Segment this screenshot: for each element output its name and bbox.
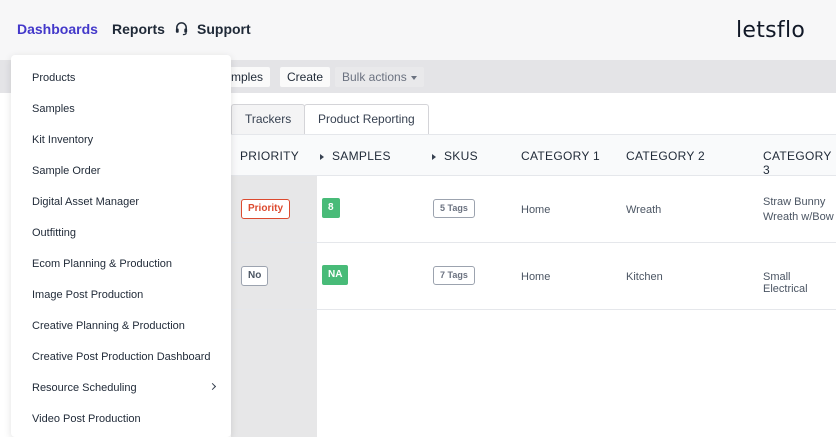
menu-item-kit-inventory[interactable]: Kit Inventory: [11, 125, 231, 156]
top-navigation-bar: Dashboards Reports Support letsflo: [0, 0, 836, 60]
category-3-cell-line-2: Wreath w/Bow: [763, 211, 834, 223]
brand-logo: letsflo: [736, 18, 806, 43]
sort-arrow-icon: [320, 153, 324, 160]
menu-item-outfitting[interactable]: Outfitting: [11, 218, 231, 249]
category-3-cell: Straw Bunny: [763, 196, 826, 208]
caret-down-icon: [410, 75, 417, 80]
create-button[interactable]: Create: [280, 67, 331, 87]
table-row[interactable]: No NA 7 Tags Home Kitchen Small Electric…: [231, 243, 836, 310]
header-samples-label: SAMPLES: [332, 149, 391, 163]
menu-item-ecom-planning-production[interactable]: Ecom Planning & Production: [11, 249, 231, 280]
priority-column-shade: [231, 310, 317, 437]
category-2-cell: Wreath: [626, 204, 662, 216]
priority-badge[interactable]: Priority: [241, 199, 291, 219]
headset-icon[interactable]: [174, 21, 189, 36]
menu-item-image-post-production[interactable]: Image Post Production: [11, 280, 231, 311]
category-3-cell: Small Electrical: [763, 271, 808, 295]
priority-badge[interactable]: No: [241, 266, 269, 286]
menu-item-sample-order[interactable]: Sample Order: [11, 156, 231, 187]
table-row[interactable]: Priority 8 5 Tags Home Wreath Straw Bunn…: [231, 176, 836, 243]
header-skus[interactable]: SKUS: [432, 149, 478, 163]
skus-tags-badge[interactable]: 5 Tags: [433, 199, 475, 218]
menu-item-samples[interactable]: Samples: [11, 94, 231, 125]
samples-count-badge[interactable]: NA: [322, 265, 349, 285]
menu-item-creative-planning-production[interactable]: Creative Planning & Production: [11, 311, 231, 342]
nav-support-link[interactable]: Support: [197, 21, 251, 37]
dashboards-dropdown-menu: Products Samples Kit Inventory Sample Or…: [11, 55, 231, 437]
bulk-actions-dropdown[interactable]: Bulk actions: [335, 67, 424, 87]
skus-tags-badge[interactable]: 7 Tags: [433, 266, 475, 285]
bulk-actions-label: Bulk actions: [342, 70, 407, 84]
menu-item-resource-scheduling[interactable]: Resource Scheduling: [11, 373, 231, 404]
menu-item-creative-post-production-dashboard[interactable]: Creative Post Production Dashboard: [11, 342, 231, 373]
menu-item-products[interactable]: Products: [11, 63, 231, 94]
nav-dashboards-link[interactable]: Dashboards: [17, 21, 98, 37]
category-1-cell: Home: [521, 204, 551, 216]
menu-item-resource-scheduling-label: Resource Scheduling: [32, 382, 137, 394]
category-2-cell: Kitchen: [626, 271, 663, 283]
header-category-2[interactable]: CATEGORY 2: [626, 149, 705, 163]
sort-arrow-icon: [432, 153, 436, 160]
category-1-cell: Home: [521, 271, 551, 283]
product-table: PRIORITY SAMPLES SKUS CATEGORY 1 CATEGOR…: [231, 134, 836, 437]
header-skus-label: SKUS: [444, 149, 478, 163]
tab-trackers[interactable]: Trackers: [231, 104, 306, 134]
header-category-3[interactable]: CATEGORY 3: [763, 149, 836, 177]
table-header: PRIORITY SAMPLES SKUS CATEGORY 1 CATEGOR…: [231, 134, 836, 177]
tab-product-reporting[interactable]: Product Reporting: [304, 104, 429, 134]
menu-item-digital-asset-manager[interactable]: Digital Asset Manager: [11, 187, 231, 218]
nav-reports-link[interactable]: Reports: [112, 21, 165, 37]
header-priority[interactable]: PRIORITY: [240, 149, 299, 163]
menu-item-video-post-production[interactable]: Video Post Production: [11, 404, 231, 435]
header-category-1[interactable]: CATEGORY 1: [521, 149, 600, 163]
chevron-right-icon: [208, 382, 217, 391]
samples-count-badge[interactable]: 8: [322, 198, 340, 218]
header-samples[interactable]: SAMPLES: [320, 149, 391, 163]
